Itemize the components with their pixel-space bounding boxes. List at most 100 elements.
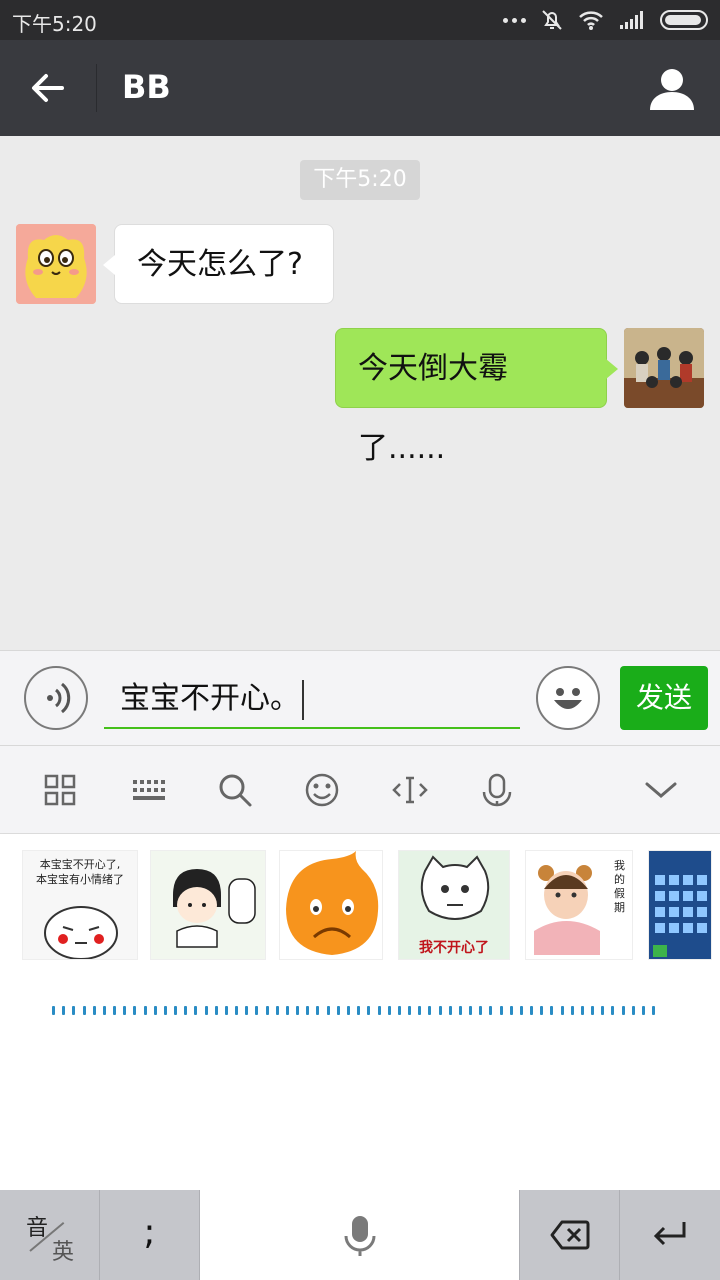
waveform-tick	[82, 1006, 86, 1015]
outgoing-message-bubble[interactable]: 今天倒大霉了......	[335, 328, 618, 466]
voice-waveform	[52, 1006, 656, 1016]
orange-sad-face-icon	[286, 851, 379, 955]
semicolon-key[interactable]: ;	[100, 1190, 200, 1280]
sticker-item[interactable]	[150, 850, 266, 960]
waveform-tick	[285, 1006, 289, 1015]
contact-avatar[interactable]	[16, 224, 96, 304]
waveform-tick	[143, 1006, 147, 1015]
sticker-item[interactable]: 我的假期	[525, 850, 633, 960]
emoticon-icon[interactable]	[302, 770, 342, 810]
cursor-move-icon[interactable]	[390, 770, 430, 810]
waveform-tick	[499, 1006, 503, 1015]
enter-icon	[653, 1222, 686, 1246]
status-bar: 下午5:20	[0, 0, 720, 40]
waveform-tick	[113, 1006, 117, 1015]
sticker-item[interactable]: 本宝宝不开心了, 本宝宝有小情绪了	[22, 850, 138, 960]
waveform-tick	[184, 1006, 188, 1015]
waveform-tick	[438, 1006, 442, 1015]
send-button[interactable]: 发送	[620, 666, 708, 730]
waveform-tick	[428, 1006, 432, 1015]
waveform-tick	[102, 1006, 106, 1015]
backspace-icon	[550, 1220, 590, 1250]
waveform-tick	[92, 1006, 96, 1015]
sticker-item[interactable]	[279, 850, 383, 960]
waveform-tick	[469, 1006, 473, 1015]
wifi-icon	[579, 11, 603, 30]
smiley-icon	[554, 688, 582, 709]
waveform-tick	[509, 1006, 513, 1015]
waveform-tick	[235, 1006, 239, 1015]
waveform-tick	[387, 1006, 391, 1015]
signal-icon	[620, 11, 643, 29]
waveform-tick	[641, 1006, 645, 1015]
message-input[interactable]: 宝宝不开心。	[104, 669, 520, 729]
waveform-tick	[580, 1006, 584, 1015]
my-avatar[interactable]	[624, 328, 704, 408]
ime-toolbar	[0, 746, 720, 834]
backspace-key[interactable]	[520, 1190, 620, 1280]
lang-secondary-label: 英	[52, 1240, 75, 1265]
battery-icon	[660, 10, 708, 30]
voice-input-key[interactable]	[200, 1190, 520, 1280]
voice-input-panel[interactable]	[0, 978, 720, 1190]
waveform-tick	[163, 1006, 167, 1015]
sticker-suggestions: 本宝宝不开心了, 本宝宝有小情绪了 我不开心了 我的假期	[0, 834, 720, 978]
chat-area[interactable]: 下午5:20 今天怎么了? 今天倒大霉了......	[0, 136, 720, 650]
language-switch-key[interactable]: 音 英	[0, 1190, 100, 1280]
waveform-tick	[631, 1006, 635, 1015]
grid-menu-icon[interactable]	[40, 770, 80, 810]
waveform-tick	[652, 1006, 656, 1015]
search-icon[interactable]	[215, 770, 255, 810]
voice-toggle-button[interactable]	[24, 666, 88, 730]
waveform-tick	[204, 1006, 208, 1015]
mute-icon	[542, 10, 562, 30]
voice-wave-icon	[47, 682, 71, 714]
waveform-tick	[306, 1006, 310, 1015]
header-divider	[96, 64, 97, 112]
waveform-tick	[326, 1006, 330, 1015]
waveform-tick	[72, 1006, 76, 1015]
waveform-tick	[357, 1006, 361, 1015]
waveform-tick	[194, 1006, 198, 1015]
waveform-tick	[275, 1006, 279, 1015]
waveform-tick	[397, 1006, 401, 1015]
girl-sign-sticker-icon	[151, 851, 265, 959]
sticker-caption: 我不开心了	[419, 940, 489, 956]
incoming-message-bubble[interactable]: 今天怎么了?	[103, 224, 334, 304]
keyboard-icon[interactable]	[127, 770, 167, 810]
back-arrow-icon[interactable]	[24, 64, 72, 112]
waveform-tick	[245, 1006, 249, 1015]
contact-name: BB	[122, 68, 171, 106]
waveform-tick	[479, 1006, 483, 1015]
waveform-tick	[346, 1006, 350, 1015]
waveform-tick	[408, 1006, 412, 1015]
waveform-tick	[52, 1006, 55, 1015]
girl-blanket-sticker-icon	[534, 865, 600, 955]
status-time: 下午5:20	[12, 12, 97, 36]
waveform-tick	[367, 1006, 371, 1015]
waveform-tick	[153, 1006, 157, 1015]
chevron-down-icon[interactable]	[641, 770, 681, 810]
waveform-tick	[540, 1006, 544, 1015]
message-input-value: 宝宝不开心。	[120, 681, 300, 716]
waveform-tick	[265, 1006, 269, 1015]
waveform-tick	[123, 1006, 127, 1015]
emoji-button[interactable]	[536, 666, 600, 730]
sticker-item[interactable]	[648, 850, 712, 960]
waveform-tick	[601, 1006, 605, 1015]
enter-key[interactable]	[620, 1190, 720, 1280]
status-icons	[503, 7, 708, 33]
waveform-tick	[591, 1006, 595, 1015]
microphone-icon[interactable]	[477, 770, 517, 810]
waveform-tick	[530, 1006, 534, 1015]
sticker-item[interactable]: 我不开心了	[398, 850, 510, 960]
round-face-sticker-icon	[44, 906, 118, 959]
waveform-tick	[448, 1006, 452, 1015]
message-timestamp: 下午5:20	[300, 160, 420, 200]
waveform-tick	[316, 1006, 320, 1015]
profile-icon[interactable]	[648, 64, 696, 112]
waveform-tick	[458, 1006, 462, 1015]
waveform-tick	[296, 1006, 300, 1015]
waveform-tick	[336, 1006, 340, 1015]
cat-avatar-icon	[16, 224, 96, 304]
